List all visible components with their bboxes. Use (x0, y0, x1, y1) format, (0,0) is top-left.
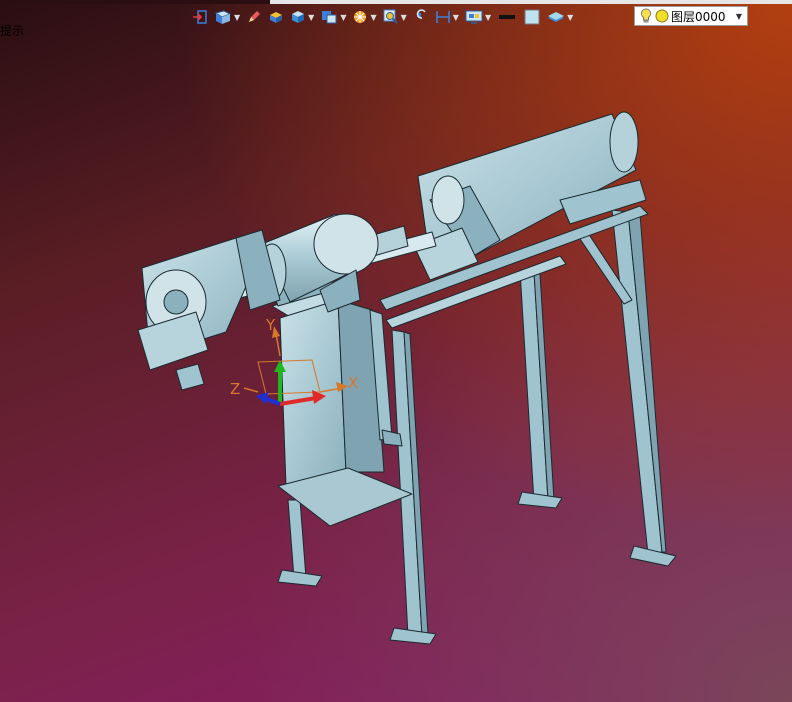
section-icon (354, 11, 367, 23)
machine-model[interactable] (137, 111, 677, 645)
pencil-icon (249, 11, 261, 22)
cube-button[interactable]: ▼ (288, 6, 316, 28)
chevron-down-icon: ▼ (308, 12, 315, 22)
solid-shade-icon (270, 12, 283, 23)
view-orient-button[interactable]: ▼ (212, 6, 242, 28)
color-swatch-button[interactable] (521, 6, 543, 28)
render-mode-icon (322, 11, 337, 24)
layer-stack-icon (548, 12, 565, 22)
color-swatch-icon (524, 9, 540, 25)
display-icon (465, 10, 483, 24)
sketch-button[interactable] (244, 6, 264, 28)
layer-name: 图层0000 (671, 9, 726, 24)
layer-color-icon[interactable] (655, 9, 669, 23)
chevron-down-icon: ▼ (400, 12, 407, 22)
title-strip (0, 0, 792, 4)
exit-button[interactable] (190, 6, 210, 28)
solid-shade-button[interactable] (266, 6, 286, 28)
center-housing (269, 271, 413, 527)
chevron-down-icon: ▼ (484, 12, 492, 22)
model-viewport[interactable]: Y X Z (0, 30, 792, 702)
axis-label-z: Z (230, 380, 240, 398)
rotate-button[interactable] (411, 6, 431, 28)
display-button[interactable]: ▼ (463, 6, 493, 28)
layer-stack-button[interactable]: ▼ (545, 6, 575, 28)
measure-button[interactable]: ▼ (433, 6, 461, 28)
chevron-down-icon[interactable]: ▼ (736, 12, 742, 21)
view-orient-icon (214, 10, 232, 24)
cube-icon (292, 11, 305, 23)
zoom-button[interactable]: ▼ (381, 6, 409, 28)
layer-select[interactable]: 图层0000 ▼ (634, 6, 748, 26)
measure-icon (435, 11, 450, 23)
line-style-icon (499, 15, 516, 19)
rotate-icon (416, 9, 426, 19)
line-style-button[interactable] (495, 6, 519, 28)
view-toolbar: ▼ ▼ ▼ ▼ ▼ ▼ ▼ ▼ (190, 5, 575, 29)
lightbulb-icon[interactable] (639, 8, 653, 24)
zoom-icon (383, 9, 398, 24)
exit-icon (193, 10, 207, 24)
chevron-down-icon: ▼ (567, 12, 574, 22)
chevron-down-icon: ▼ (370, 12, 377, 22)
render-mode-button[interactable]: ▼ (318, 6, 348, 28)
section-button[interactable]: ▼ (350, 6, 378, 28)
chevron-down-icon: ▼ (340, 12, 347, 22)
axis-label-x: X (348, 374, 358, 392)
axis-label-y: Y (265, 316, 276, 334)
chevron-down-icon: ▼ (452, 12, 459, 22)
chevron-down-icon: ▼ (234, 12, 241, 22)
